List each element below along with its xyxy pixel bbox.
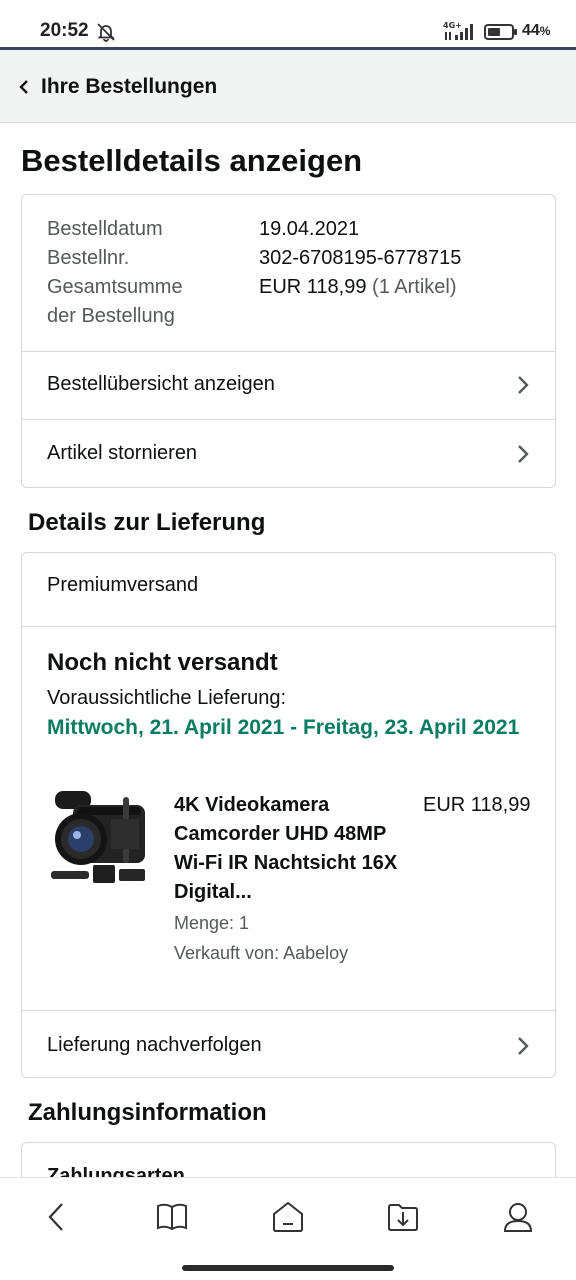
product-image[interactable] [47,789,151,893]
battery-percent: 44% [522,22,551,39]
nav-header: Ihre Bestellungen [0,50,576,123]
chevron-right-icon [518,445,529,463]
account-icon[interactable] [501,1200,535,1234]
downloads-folder-icon[interactable] [386,1200,420,1234]
divider [22,626,555,627]
order-total-label: Gesamtsumme der Bestellung [47,276,183,327]
chevron-right-icon [518,376,529,394]
order-summary-card: Bestelldatum 19.04.2021 Bestellnr. 302-6… [21,194,556,488]
order-date-value: 19.04.2021 [259,218,360,240]
view-order-summary-row[interactable]: Bestellübersicht anzeigen [22,352,555,419]
expected-delivery-label: Voraussichtliche Lieferung: [47,687,287,709]
product-seller: Verkauft von: Aabeloy [174,943,349,963]
delivery-section-title: Details zur Lieferung [28,509,266,536]
home-icon[interactable] [271,1200,305,1234]
shipping-method: Premiumversand [47,574,199,596]
track-delivery-row[interactable]: Lieferung nachverfolgen [22,1011,555,1077]
product-price: EUR 118,99 [423,794,531,816]
page-title: Bestelldetails anzeigen [21,143,363,178]
signal-icon: 4G+ [443,21,473,40]
notifications-muted-icon [97,23,115,42]
order-date-label: Bestelldatum [47,218,163,240]
track-delivery-label: Lieferung nachverfolgen [47,1034,262,1056]
product-quantity: Menge: 1 [174,913,250,933]
battery-icon [484,24,517,40]
back-icon[interactable] [40,1200,74,1234]
delivery-card: Premiumversand Noch nicht versandt Vorau… [21,552,556,1078]
cancel-items-label: Artikel stornieren [47,442,198,464]
status-time: 20:52 [40,20,89,41]
status-bar: 20:52 4G+ 44% [0,0,576,50]
chevron-left-icon[interactable] [18,79,30,95]
view-order-summary-label: Bestellübersicht anzeigen [47,373,275,395]
payment-section-title: Zahlungsinformation [28,1099,267,1126]
order-number-value: 302-6708195-6778715 [259,247,462,269]
product-title-link[interactable]: 4K Videokamera Camcorder UHD 48MP Wi-Fi … [174,791,414,907]
chevron-right-icon [518,1037,529,1055]
cancel-items-row[interactable]: Artikel stornieren [22,420,555,488]
book-icon[interactable] [155,1200,189,1234]
order-total-value: EUR 118,99 (1 Artikel) [259,276,457,298]
home-indicator[interactable] [182,1265,394,1271]
expected-delivery-date: Mittwoch, 21. April 2021 - Freitag, 23. … [47,716,520,739]
back-to-orders-link[interactable]: Ihre Bestellungen [41,75,217,99]
network-type: 4G+ [443,21,462,30]
order-number-label: Bestellnr. [47,247,130,269]
shipment-status: Noch nicht versandt [47,649,278,676]
